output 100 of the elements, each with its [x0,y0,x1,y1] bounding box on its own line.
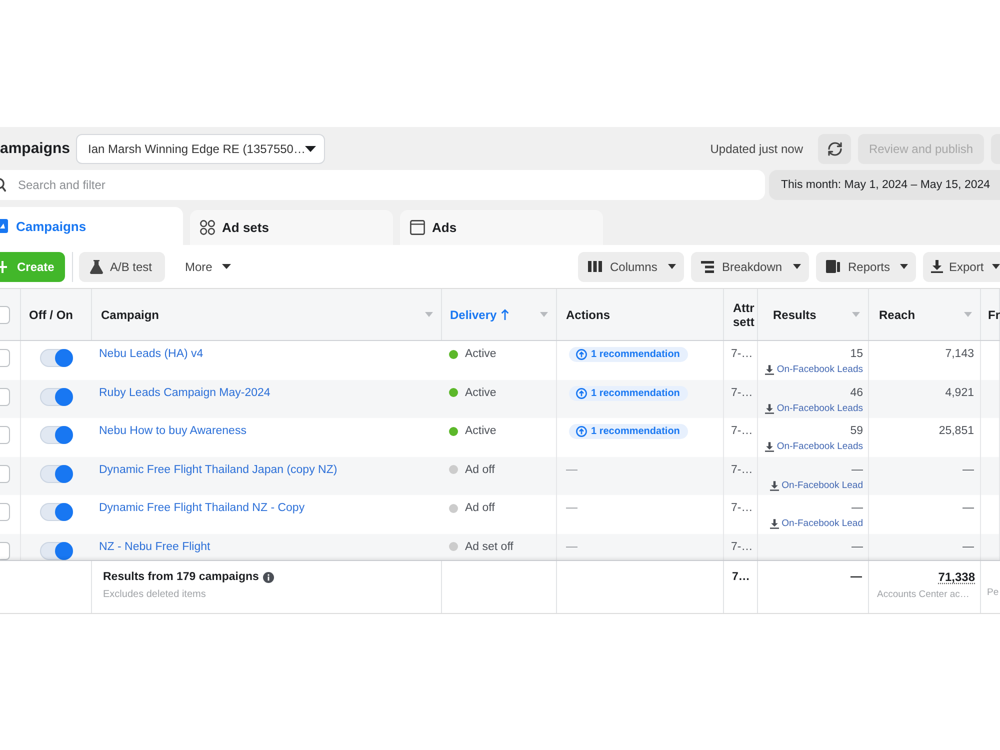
row-checkbox[interactable] [0,426,10,444]
results-value: — [852,462,863,476]
columns-icon [588,261,602,272]
attribution-value: 7-… [731,347,753,361]
row-checkbox[interactable] [0,542,10,560]
results-total: — [850,570,862,584]
toolbar-menu-button[interactable]: Columns [578,252,684,282]
column-header[interactable]: Off / On [29,308,73,322]
date-range-button[interactable]: This month: May 1, 2024 – May 15, 2024 [769,170,1000,200]
toggle-switch[interactable] [40,503,73,521]
grid-icon [200,220,215,235]
bars-icon [701,260,714,272]
toolbar-menu-button[interactable]: Reports [816,252,916,282]
delivery-status: Ad off [465,462,495,476]
arrow-up-circle-icon [576,426,587,437]
summary-note: Excludes deleted items [103,589,206,601]
refresh-icon [826,141,842,157]
update-status: Updated just now [710,142,803,156]
account-dropdown[interactable]: Ian Marsh Winning Edge RE (1357550… [76,134,326,164]
toolbar-menu-button[interactable]: Export [923,252,1000,282]
reach-value: — [962,501,974,515]
tab[interactable]: Ad sets [190,210,393,245]
column-header[interactable]: Delivery [450,308,497,322]
result-type: On-Facebook Leads [776,441,863,453]
empty-value: — [566,462,578,476]
caret-icon [668,264,676,269]
arrow-up-icon [500,309,509,320]
tab[interactable]: Ads [400,210,603,245]
download-icon [764,365,774,375]
column-header[interactable]: Fr [988,308,1000,322]
arrow-up-circle-icon [576,349,587,360]
empty-value: — [566,501,578,515]
results-value: — [852,501,863,515]
toolbar-menu-button[interactable]: Breakdown [691,252,809,282]
window-icon [410,220,425,235]
results-value: 15 [850,347,863,361]
toggle-switch[interactable] [40,388,73,406]
results-value: 46 [850,386,863,400]
column-header[interactable]: Campaign [101,308,160,322]
caret-icon [900,264,908,269]
arrow-up-circle-icon [576,388,587,398]
attribution-value: 7-… [731,462,753,476]
caret-icon [305,146,316,152]
page-title: ampaigns [0,140,70,158]
column-header[interactable]: Results [773,308,816,322]
results-summary: Results from 179 campaigns [103,570,259,584]
select-all-checkbox[interactable] [0,306,10,324]
ab-test-button[interactable]: A/B test [79,252,165,282]
delivery-status: Active [465,424,496,438]
row-checkbox[interactable] [0,349,10,367]
tab[interactable]: Campaigns [0,207,183,245]
recommendation-badge[interactable]: 1 recommendation [569,424,688,439]
recommendation-badge[interactable]: 1 recommendation [569,386,688,400]
campaign-link[interactable]: NZ - Nebu Free Flight [99,540,210,554]
attribution-total: 7… [732,570,750,584]
empty-value: — [566,540,578,554]
delivery-status: Active [465,347,496,361]
column-header[interactable]: Actions [566,308,610,322]
delivery-status: Ad set off [465,540,514,554]
campaign-link[interactable]: Nebu Leads (HA) v4 [99,347,204,361]
reach-value: 25,851 [938,424,974,438]
campaign-link[interactable]: Nebu How to buy Awareness [99,424,246,438]
reach-total: 71,338 [938,570,975,584]
results-value: — [852,540,863,554]
results-value: 59 [850,424,863,438]
column-note: Pe [987,587,999,599]
reach-note: Accounts Center ac… [877,589,970,601]
row-checkbox[interactable] [0,503,10,521]
delivery-status: Ad off [465,501,495,515]
info-icon [262,572,274,582]
reach-value: 4,921 [945,386,974,400]
column-header[interactable]: Attr sett [733,300,757,328]
row-checkbox[interactable] [0,388,10,406]
result-type: On-Facebook Leads [776,364,863,376]
reach-value: — [962,462,974,476]
flask-icon [90,260,103,274]
more-button[interactable]: More [175,252,240,282]
caret-icon [222,264,231,269]
download-icon [770,519,779,529]
campaign-link[interactable]: Dynamic Free Flight Thailand NZ - Copy [99,501,305,515]
column-header[interactable]: Reach [879,308,916,322]
campaign-link[interactable]: Dynamic Free Flight Thailand Japan (copy NZ) [99,462,338,476]
download-icon [931,260,943,273]
download-icon [770,480,779,490]
delivery-status: Active [465,386,496,400]
caret-icon [992,264,1000,269]
recommendation-badge[interactable]: 1 recommendation [569,347,688,362]
toggle-switch[interactable] [40,542,73,560]
download-icon [764,404,774,414]
toggle-switch[interactable] [40,464,73,482]
campaign-link[interactable]: Ruby Leads Campaign May-2024 [99,386,270,400]
toggle-switch[interactable] [40,426,73,444]
search-icon [0,178,6,192]
result-type: On-Facebook Lead [782,518,863,530]
row-checkbox[interactable] [0,464,10,482]
download-icon [764,442,774,452]
toggle-switch[interactable] [40,349,73,367]
refresh-button[interactable] [818,134,851,164]
result-type: On-Facebook Lead [782,480,863,492]
reach-value: — [962,540,974,554]
